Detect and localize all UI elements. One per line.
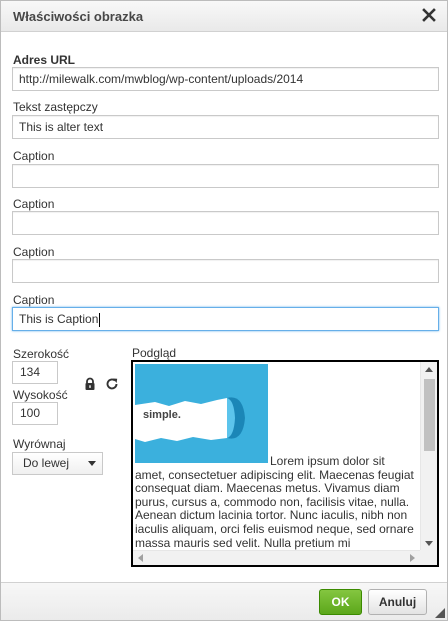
caption-input-1[interactable] (12, 164, 439, 188)
preview-vertical-scrollbar[interactable] (420, 362, 437, 551)
resize-grip-icon[interactable] (435, 608, 445, 618)
preview-horizontal-scrollbar[interactable] (133, 550, 420, 565)
dialog-title: Właściwości obrazka (13, 9, 144, 24)
caption-label-4: Caption (13, 293, 55, 307)
align-select-value: Do lewej (23, 456, 70, 470)
lock-icon[interactable] (83, 377, 97, 391)
caption-label-1: Caption (13, 149, 55, 163)
alt-text-label: Tekst zastępczy (13, 100, 98, 114)
text-caret (99, 312, 101, 327)
reset-icon[interactable] (105, 377, 119, 391)
caption-input-3[interactable] (12, 259, 439, 283)
scroll-left-icon[interactable] (138, 554, 143, 562)
preview-vertical-scroll-thumb[interactable] (424, 379, 435, 451)
caption-label-2: Caption (13, 197, 55, 211)
caption-label-3: Caption (13, 245, 55, 259)
preview-box[interactable]: simple. Lorem ipsum dolor sit amet, cons… (131, 360, 439, 567)
height-label: Wysokość (13, 388, 68, 402)
preview-label: Podgląd (132, 346, 177, 360)
scrollbar-corner (420, 550, 437, 565)
scroll-down-icon[interactable] (425, 541, 433, 546)
width-label: Szerokość (13, 347, 70, 361)
dialog-footer: OK Anuluj (1, 582, 447, 620)
align-select[interactable]: Do lewej (12, 452, 103, 475)
height-input[interactable]: 100 (12, 402, 58, 425)
caption-input-2[interactable] (12, 211, 439, 235)
chevron-down-icon (88, 461, 96, 466)
scroll-right-icon[interactable] (410, 554, 415, 562)
preview-image-logo-text: simple. (143, 409, 181, 421)
scroll-up-icon[interactable] (425, 367, 433, 372)
width-input[interactable]: 134 (12, 361, 58, 384)
ok-button[interactable]: OK (319, 589, 362, 615)
cancel-button[interactable]: Anuluj (368, 589, 427, 615)
align-label: Wyrównaj (13, 437, 66, 451)
alt-text-input[interactable]: This is alter text (12, 115, 439, 139)
preview-image: simple. (135, 364, 268, 463)
preview-content: simple. Lorem ipsum dolor sit amet, cons… (135, 364, 418, 550)
url-label: Adres URL (13, 53, 76, 67)
close-icon[interactable] (420, 6, 438, 24)
image-properties-dialog: Właściwości obrazka Adres URL http://mil… (0, 0, 448, 621)
caption-input-4-value: This is Caption (19, 312, 99, 326)
url-input[interactable]: http://milewalk.com/mwblog/wp-content/up… (12, 67, 439, 91)
dialog-titlebar[interactable]: Właściwości obrazka (1, 1, 447, 32)
caption-input-4[interactable]: This is Caption (12, 307, 439, 331)
